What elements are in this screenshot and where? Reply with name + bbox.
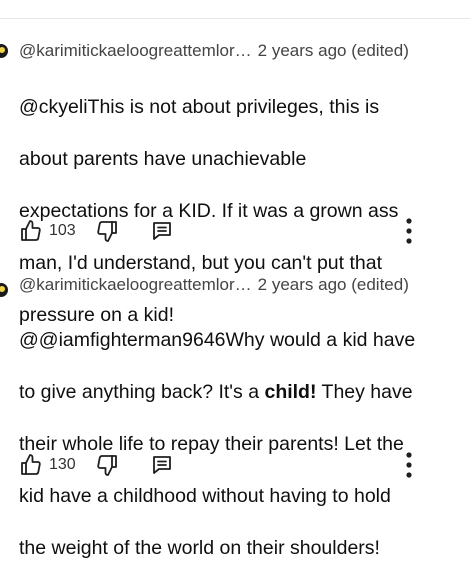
like-count: 130 xyxy=(49,456,76,473)
comment-timestamp[interactable]: 2 years ago (edited) xyxy=(258,275,409,294)
reply-comment-icon xyxy=(153,456,171,474)
comment-meta: @karimitickaeloogreattemlor… 2 years ago … xyxy=(19,275,409,295)
comment-meta: @karimitickaeloogreattemlor… 2 years ago … xyxy=(19,41,409,61)
more-options-button[interactable] xyxy=(406,217,412,245)
comment-timestamp[interactable]: 2 years ago (edited) xyxy=(258,41,409,60)
reply-button[interactable] xyxy=(150,217,174,245)
comment-text-segment: They have xyxy=(316,381,413,403)
comment-text-line: kid have a childhood without having to h… xyxy=(19,485,391,507)
comment-text-line: @@iamfighterman9646Why would a kid have xyxy=(19,329,416,351)
more-vertical-icon xyxy=(406,452,412,478)
comment-author[interactable]: @karimitickaeloogreattemlor… xyxy=(19,275,252,295)
dislike-button[interactable] xyxy=(95,451,119,479)
reply-button[interactable] xyxy=(150,451,174,479)
thumbs-down-icon xyxy=(97,455,117,476)
comment-text-line: the weight of the world on their shoulde… xyxy=(19,537,380,559)
comment-text-bold: child! xyxy=(264,381,317,403)
comment-author[interactable]: @karimitickaeloogreattemlor… xyxy=(19,41,252,61)
thumbs-down-icon xyxy=(97,221,117,242)
comment-text-line: about parents have unachievable xyxy=(19,148,307,170)
more-vertical-icon xyxy=(406,218,412,244)
top-divider xyxy=(0,0,470,19)
more-options-button[interactable] xyxy=(406,451,412,479)
thumbs-up-icon xyxy=(21,220,41,241)
thumbs-up-icon xyxy=(21,454,41,475)
like-button[interactable]: 103 xyxy=(19,217,76,245)
comment-actions: 103 xyxy=(19,217,449,245)
comment-actions: 130 xyxy=(19,451,449,479)
like-count: 103 xyxy=(49,222,76,239)
avatar[interactable] xyxy=(0,44,8,58)
comment-text-segment: to give anything back? It's a xyxy=(19,381,265,403)
avatar[interactable] xyxy=(0,283,8,297)
comment-text: @@iamfighterman9646Why would a kid have … xyxy=(19,301,439,587)
comment-text-line: @ckyeliThis is not about privileges, thi… xyxy=(19,96,380,118)
like-button[interactable]: 130 xyxy=(19,451,76,479)
comment-text-line: man, I'd understand, but you can't put t… xyxy=(19,252,383,274)
reply-comment-icon xyxy=(153,222,171,240)
comment-text-line: to give anything back? It's a child! The… xyxy=(19,379,439,405)
dislike-button[interactable] xyxy=(95,217,119,245)
